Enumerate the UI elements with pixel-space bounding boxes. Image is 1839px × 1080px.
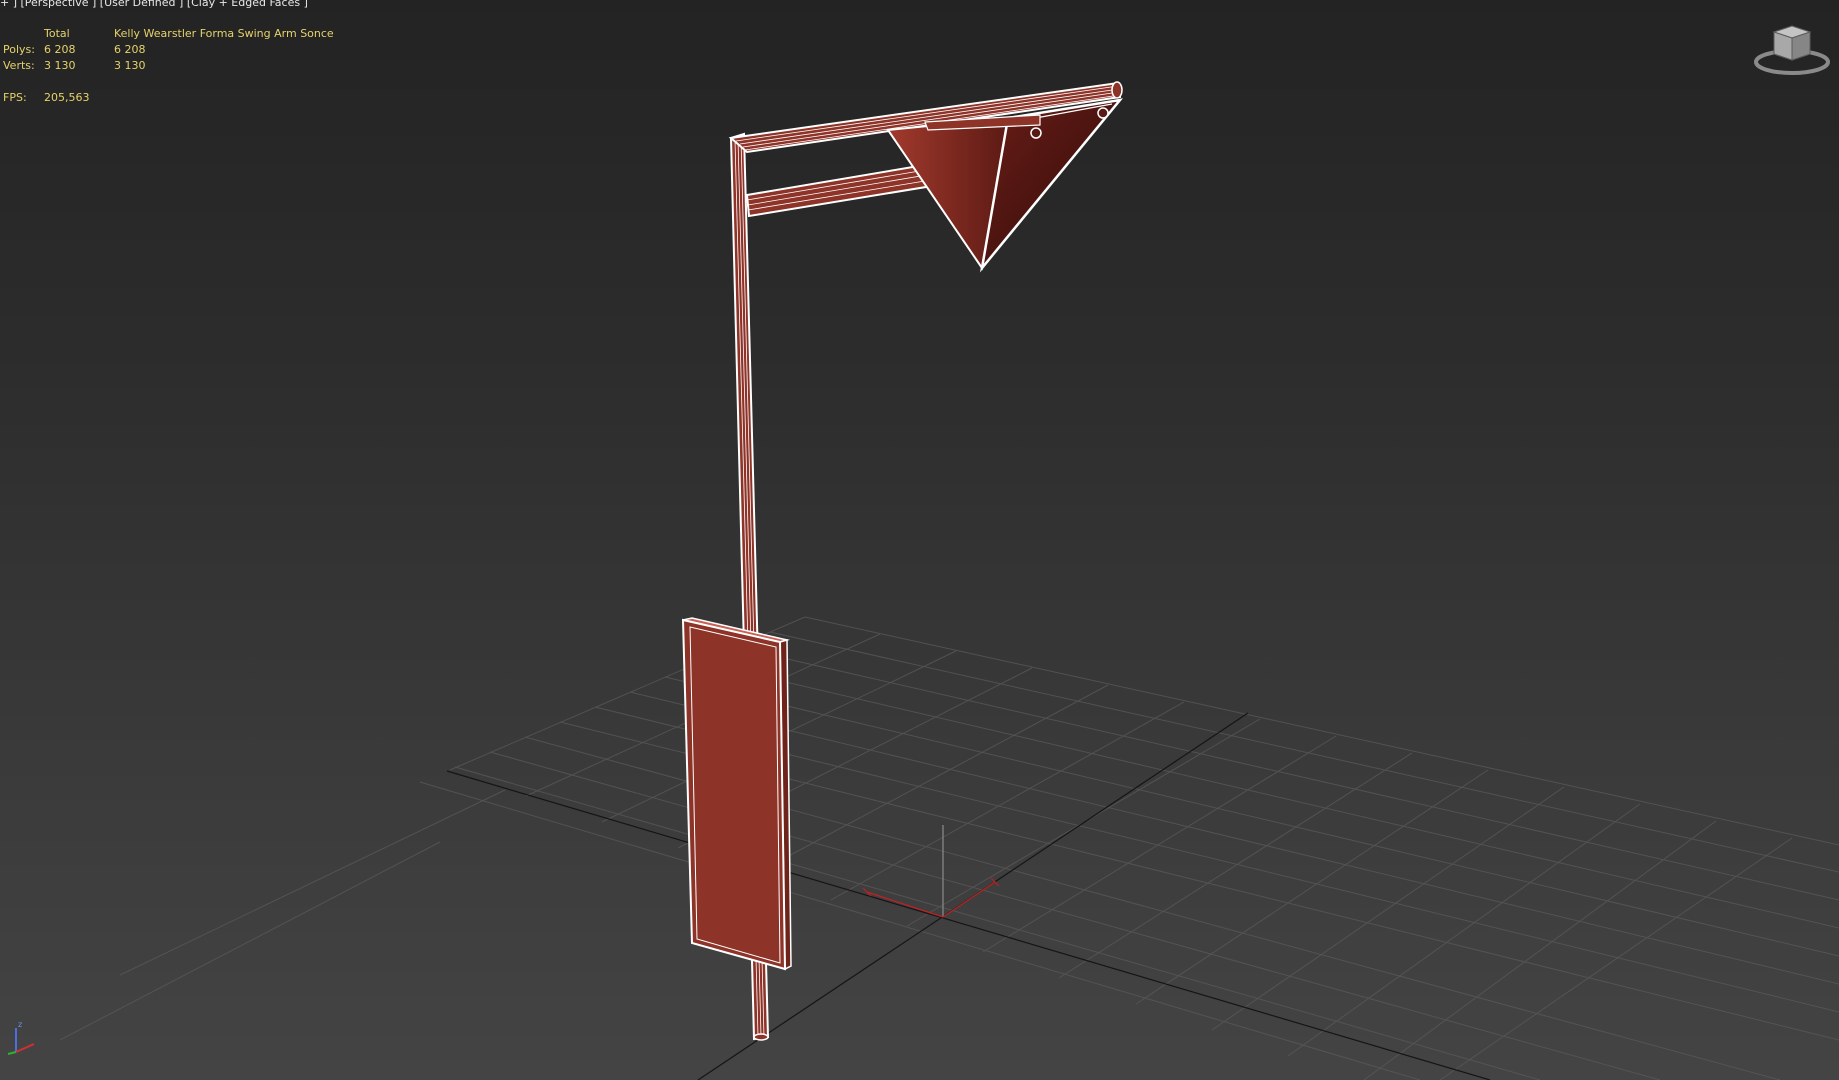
verts-label: Verts: (3, 59, 35, 72)
xyz-axis-icon: z (7, 1020, 35, 1055)
axis-z-label: z (18, 1020, 22, 1029)
lamp-wall-plate[interactable] (681, 617, 792, 971)
viewport-label[interactable]: + ] [Perspective ] [User Defined ] [Clay… (0, 0, 308, 9)
viewcube-icon[interactable] (1752, 18, 1832, 80)
ground-grid (59, 616, 1839, 1080)
polys-label: Polys: (3, 43, 35, 56)
verts-total: 3 130 (44, 59, 76, 72)
verts-object: 3 130 (114, 59, 146, 72)
stats-object-header: Kelly Wearstler Forma Swing Arm Sonce (114, 27, 334, 40)
perspective-viewport[interactable]: + ] [Perspective ] [User Defined ] [Clay… (0, 0, 1839, 1080)
fps-label: FPS: (3, 91, 27, 104)
world-axes (446, 712, 1491, 1080)
polys-object: 6 208 (114, 43, 146, 56)
scene-canvas[interactable] (0, 0, 1839, 1080)
polys-total: 6 208 (44, 43, 76, 56)
stats-total-header: Total (44, 27, 70, 40)
fps-value: 205,563 (44, 91, 90, 104)
